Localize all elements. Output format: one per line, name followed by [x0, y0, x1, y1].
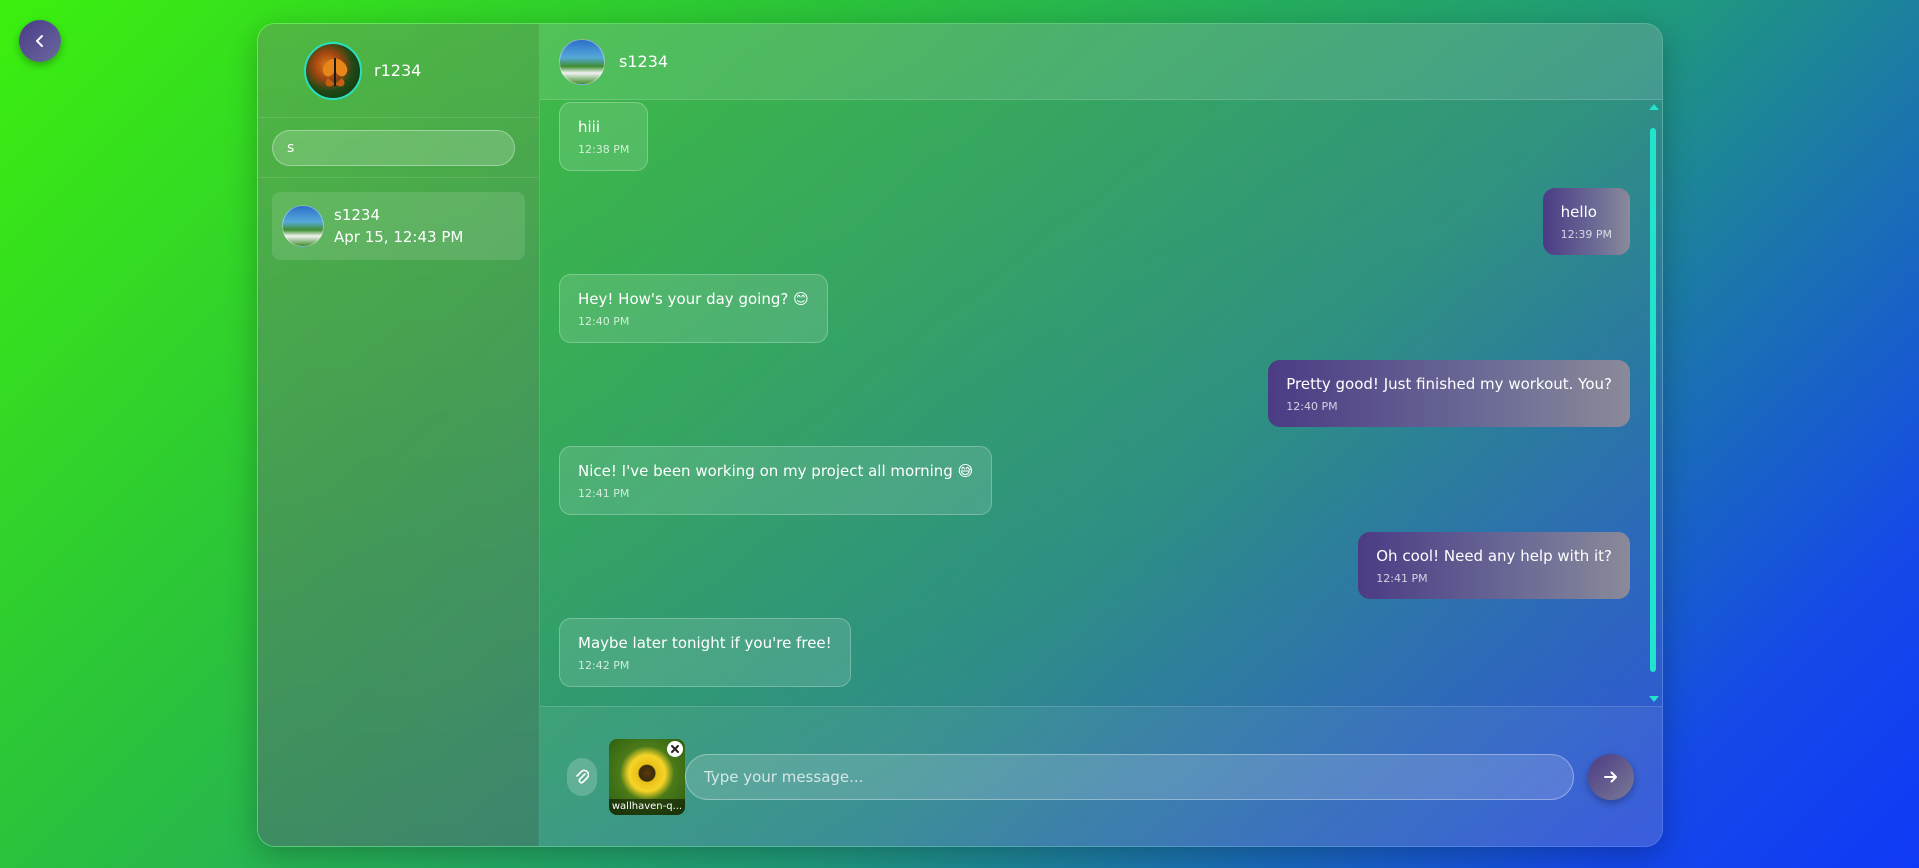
message-incoming: Nice! I've been working on my project al…	[559, 446, 993, 515]
message-incoming: Maybe later tonight if you're free! 12:4…	[559, 618, 851, 687]
message-incoming: Hey! How's your day going? 😊 12:40 PM	[559, 274, 828, 343]
message-outgoing: Pretty good! Just finished my workout. Y…	[1268, 360, 1630, 427]
chat-app: r1234 s1234 Apr 15, 12:43 PM s1234 hiii …	[257, 23, 1663, 847]
scroll-up-arrow[interactable]	[1649, 104, 1659, 110]
message-text: hiii	[578, 118, 601, 136]
message-time: 12:41 PM	[1376, 572, 1428, 585]
current-user: r1234	[258, 24, 539, 118]
contact-item[interactable]: s1234 Apr 15, 12:43 PM	[272, 192, 525, 260]
message-incoming: hiii 12:38 PM	[559, 102, 649, 171]
message-input[interactable]	[685, 753, 1574, 800]
contact-name: s1234	[334, 206, 380, 224]
send-button[interactable]	[1588, 753, 1634, 800]
message-composer: wallhaven-q...	[540, 706, 1662, 846]
message-text: hello	[1560, 203, 1597, 221]
chevron-left-icon	[36, 35, 43, 47]
message-time: 12:40 PM	[1286, 400, 1338, 413]
message-outgoing: hello 12:39 PM	[1542, 188, 1630, 255]
attachment-filename: wallhaven-q...	[609, 798, 685, 815]
scroll-thumb[interactable]	[1650, 128, 1656, 672]
message-text: Oh cool! Need any help with it?	[1376, 547, 1612, 565]
message-time: 12:40 PM	[578, 315, 630, 328]
chat-header: s1234	[540, 24, 1662, 100]
back-button[interactable]	[19, 20, 61, 62]
search-bar	[258, 118, 539, 178]
message-time: 12:39 PM	[1560, 228, 1612, 241]
message-text: Nice! I've been working on my project al…	[578, 462, 974, 480]
message-time: 12:41 PM	[578, 487, 630, 500]
message-time: 12:42 PM	[578, 659, 630, 672]
message-text: Hey! How's your day going? 😊	[578, 290, 809, 308]
message-scrollbar[interactable]	[1648, 104, 1659, 702]
avatar	[304, 41, 362, 100]
contact-last-seen: Apr 15, 12:43 PM	[334, 228, 464, 246]
remove-attachment-button[interactable]	[667, 740, 683, 757]
message-outgoing: Oh cool! Need any help with it? 12:41 PM	[1358, 532, 1630, 599]
close-icon	[671, 744, 679, 753]
search-input[interactable]	[272, 129, 515, 166]
sidebar: r1234 s1234 Apr 15, 12:43 PM	[258, 24, 540, 846]
attach-button[interactable]	[567, 757, 597, 796]
arrow-right-icon	[1604, 771, 1617, 782]
attachment-preview: wallhaven-q...	[609, 738, 685, 815]
message-list[interactable]: hiii 12:38 PM hello 12:39 PM Hey! How's …	[540, 100, 1662, 706]
message-text: Maybe later tonight if you're free!	[578, 634, 832, 652]
chat-contact-name: s1234	[619, 52, 669, 71]
message-time: 12:38 PM	[578, 143, 630, 156]
chat-panel: s1234 hiii 12:38 PM hello 12:39 PM Hey! …	[540, 24, 1662, 846]
avatar	[282, 205, 324, 247]
message-text: Pretty good! Just finished my workout. Y…	[1286, 375, 1612, 393]
paperclip-icon	[576, 769, 589, 784]
current-user-name: r1234	[374, 61, 422, 80]
avatar	[559, 38, 605, 85]
scroll-down-arrow[interactable]	[1649, 696, 1659, 702]
